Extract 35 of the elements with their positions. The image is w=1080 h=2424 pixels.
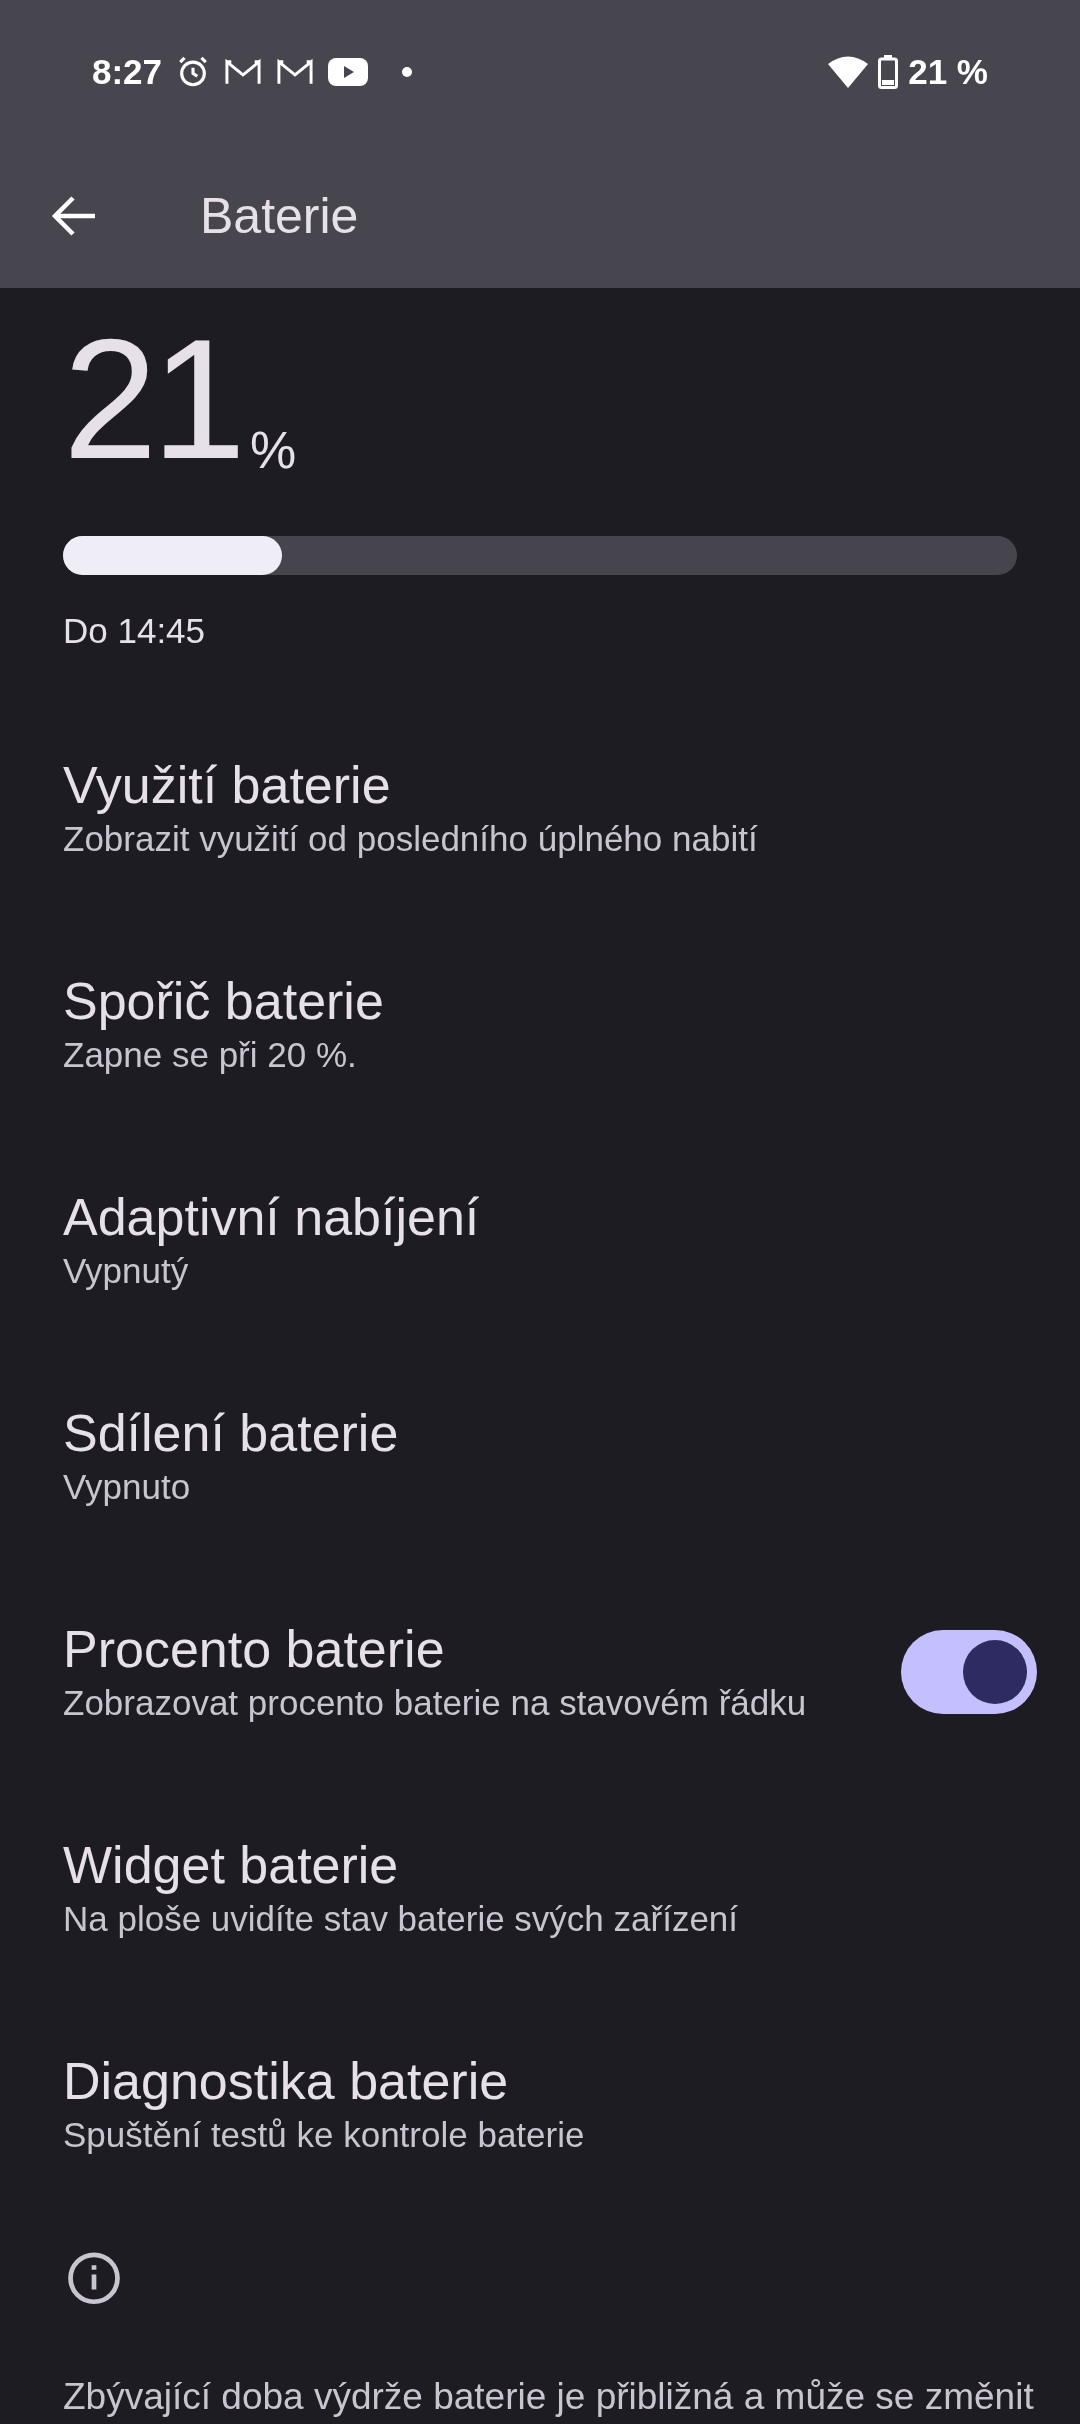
- setting-row[interactable]: Widget baterie Na ploše uvidíte stav baterie svých zařízení: [0, 1779, 1080, 1996]
- setting-title: Procento baterie: [63, 1618, 446, 1680]
- setting-row[interactable]: Diagnostika baterie Spuštění testů ke kontrole baterie: [0, 1995, 1080, 2212]
- setting-title: Diagnostika baterie: [63, 2050, 510, 2112]
- wifi-icon: [828, 55, 869, 89]
- back-icon: [51, 196, 97, 236]
- battery-percent: 21: [63, 324, 241, 474]
- setting-row[interactable]: Procento baterie Zobrazovat procento baterie na stavovém řádku: [0, 1563, 1080, 1780]
- setting-row[interactable]: Využití baterie Zobrazit využití od posledního úplného nabití: [0, 699, 1080, 916]
- footer-note: Zbývající doba výdrže baterie je přibližná a může se změnit: [63, 2374, 1035, 2419]
- setting-row[interactable]: Spořič baterie Zapne se při 20 %.: [0, 915, 1080, 1132]
- setting-subtitle: Vypnutý: [63, 1249, 190, 1292]
- setting-subtitle: Zapne se při 20 %.: [63, 1033, 358, 1076]
- mail-icon: [276, 57, 315, 87]
- status-time: 8:27: [92, 50, 163, 93]
- setting-subtitle: Spuštění testů ke kontrole baterie: [63, 2113, 585, 2156]
- setting-subtitle: Na ploše uvidíte stav baterie svých zařízení: [63, 1897, 739, 1940]
- setting-title: Využití baterie: [63, 754, 392, 816]
- battery-estimate: Do 14:45: [63, 610, 207, 653]
- setting-title: Sdílení baterie: [63, 1402, 399, 1464]
- info-icon: [66, 2251, 122, 2305]
- setting-subtitle: Vypnuto: [63, 1465, 192, 1508]
- setting-subtitle: Zobrazovat procento baterie na stavovém řádku: [63, 1681, 807, 1724]
- setting-row[interactable]: Adaptivní nabíjení Vypnutý: [0, 1131, 1080, 1348]
- setting-title: Adaptivní nabíjení: [63, 1186, 480, 1248]
- setting-subtitle: Zobrazit využití od posledního úplného nabití: [63, 817, 758, 860]
- page-title: Baterie: [200, 186, 359, 246]
- battery-icon: [878, 55, 899, 89]
- status-battery-percent: 21 %: [908, 50, 988, 93]
- video-play-icon: [328, 57, 369, 87]
- setting-title: Spořič baterie: [63, 970, 384, 1032]
- setting-title: Widget baterie: [63, 1834, 400, 1896]
- setting-row[interactable]: Sdílení baterie Vypnuto: [0, 1347, 1080, 1564]
- mail-icon: [224, 57, 263, 87]
- percent-unit: %: [250, 420, 297, 480]
